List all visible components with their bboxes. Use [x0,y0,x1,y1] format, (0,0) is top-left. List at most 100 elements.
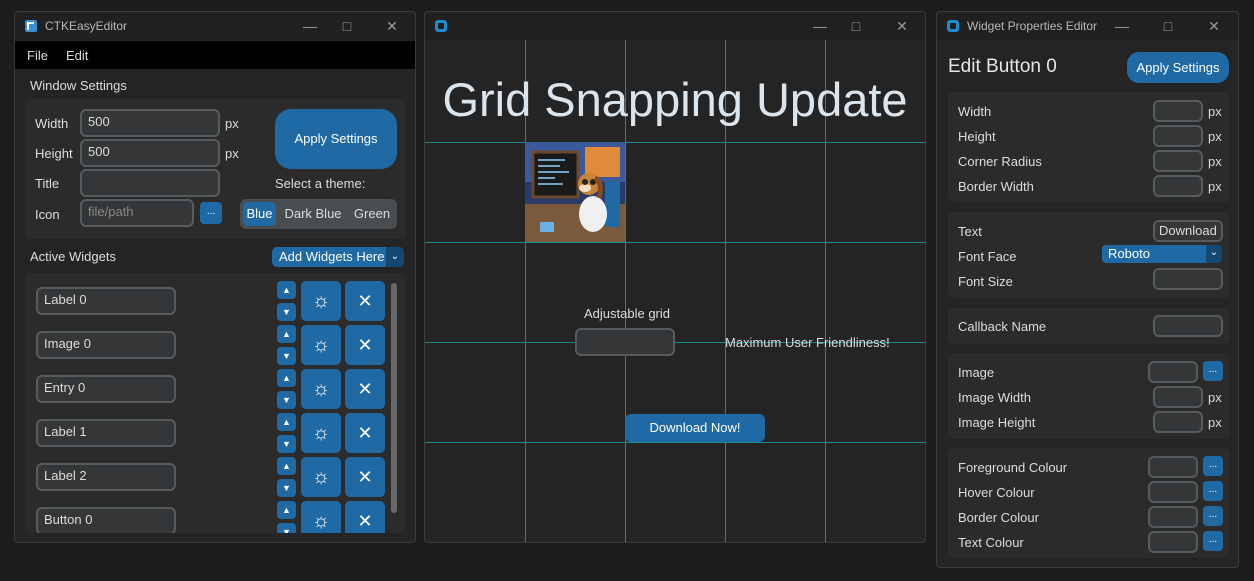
delete-widget-button[interactable]: ✕ [345,501,385,533]
maximize-icon[interactable]: □ [337,16,357,36]
width-unit: px [225,116,239,131]
widget-name-field[interactable]: Label 1 [36,419,176,447]
settings-gear-button[interactable]: ☼ [301,281,341,321]
grid-line [425,242,925,243]
theme-blue[interactable]: Blue [243,202,276,226]
border-width-input[interactable] [1153,175,1203,197]
download-now-button[interactable]: Download Now! [625,414,765,442]
callback-input[interactable] [1153,315,1223,337]
border-colour-picker-button[interactable]: ... [1203,506,1223,526]
callback-label: Callback Name [958,319,1047,334]
callback-frame: Callback Name [948,308,1230,344]
delete-widget-button[interactable]: ✕ [345,413,385,453]
text-colour-input[interactable] [1148,531,1198,553]
delete-widget-button[interactable]: ✕ [345,369,385,409]
widget-name-field[interactable]: Button 0 [36,507,176,533]
settings-gear-button[interactable]: ☼ [301,501,341,533]
corner-radius-input[interactable] [1153,150,1203,172]
editor-window: CTKEasyEditor — □ ✕ File Edit Window Set… [14,11,416,543]
title-input[interactable] [80,169,220,197]
move-up-button[interactable]: ▲ [277,369,296,387]
delete-widget-button[interactable]: ✕ [345,325,385,365]
icon-path-input[interactable]: file/path [80,199,194,227]
title-label: Title [35,176,60,191]
minimize-icon[interactable]: — [1112,16,1132,36]
move-up-button[interactable]: ▲ [277,281,296,299]
text-colour-picker-button[interactable]: ... [1203,531,1223,551]
widgets-scrollbar[interactable] [391,283,397,513]
text-colour-label: Text Colour [958,535,1024,550]
close-icon[interactable]: ✕ [1204,16,1224,36]
add-widgets-dropdown[interactable]: Add Widgets Here ⌄ [272,247,404,267]
move-up-button[interactable]: ▲ [277,325,296,343]
grid-line [425,442,925,443]
dimensions-frame: Width px Height px Corner Radius px Bord… [948,92,1230,202]
menu-edit[interactable]: Edit [66,48,88,63]
move-down-button[interactable]: ▼ [277,479,296,497]
settings-gear-button[interactable]: ☼ [301,325,341,365]
height-input[interactable] [1153,125,1203,147]
widget-row: Label 1 ▲ ▼ ☼ ✕ [25,413,385,459]
settings-gear-button[interactable]: ☼ [301,413,341,453]
move-down-button[interactable]: ▼ [277,303,296,321]
width-input[interactable]: 500 [80,109,220,137]
properties-titlebar: Widget Properties Editor — □ ✕ [937,12,1238,40]
move-down-button[interactable]: ▼ [277,435,296,453]
maximize-icon[interactable]: □ [846,16,866,36]
menu-file[interactable]: File [27,48,48,63]
close-icon[interactable]: ✕ [892,16,912,36]
settings-gear-button[interactable]: ☼ [301,457,341,497]
widget-row: Label 2 ▲ ▼ ☼ ✕ [25,457,385,503]
image-label: Image [958,365,995,380]
hover-colour-input[interactable] [1148,481,1198,503]
colours-frame: Foreground Colour ... Hover Colour ... B… [948,448,1230,558]
widget-name-field[interactable]: Label 2 [36,463,176,491]
apply-settings-button[interactable]: Apply Settings [1127,52,1229,83]
widget-name-field[interactable]: Image 0 [36,331,176,359]
minimize-icon[interactable]: — [810,16,830,36]
move-down-button[interactable]: ▼ [277,391,296,409]
foreground-colour-input[interactable] [1148,456,1198,478]
close-icon[interactable]: ✕ [382,16,402,36]
move-down-button[interactable]: ▼ [277,523,296,533]
icon-label: Icon [35,207,60,222]
move-up-button[interactable]: ▲ [277,413,296,431]
image-height-label: Image Height [958,415,1036,430]
preview-entry[interactable] [575,328,675,356]
window-title: Widget Properties Editor [967,19,1098,33]
close-icon: ✕ [357,467,373,487]
theme-dark-blue[interactable]: Dark Blue [280,202,346,226]
height-input[interactable]: 500 [80,139,220,167]
text-input[interactable]: Download [1153,220,1223,242]
width-label: Width [958,104,992,119]
widget-name-field[interactable]: Label 0 [36,287,176,315]
maximize-icon[interactable]: □ [1158,16,1178,36]
width-label: Width [35,116,69,131]
image-browse-button[interactable]: ... [1203,361,1223,381]
image-height-input[interactable] [1153,411,1203,433]
border-colour-input[interactable] [1148,506,1198,528]
font-face-dropdown[interactable]: Roboto ⌄ [1102,245,1222,263]
move-down-button[interactable]: ▼ [277,347,296,365]
active-widgets-heading: Active Widgets [30,249,116,264]
image-input[interactable] [1148,361,1198,383]
widget-name-field[interactable]: Entry 0 [36,375,176,403]
image-width-input[interactable] [1153,386,1203,408]
app-icon [435,20,447,32]
width-input[interactable] [1153,100,1203,122]
settings-gear-button[interactable]: ☼ [301,369,341,409]
widget-row: Image 0 ▲ ▼ ☼ ✕ [25,325,385,371]
minimize-icon[interactable]: — [300,16,320,36]
icon-browse-button[interactable]: ... [200,202,222,224]
foreground-colour-picker-button[interactable]: ... [1203,456,1223,476]
move-up-button[interactable]: ▲ [277,457,296,475]
delete-widget-button[interactable]: ✕ [345,281,385,321]
apply-settings-button[interactable]: Apply Settings [275,109,397,169]
hover-colour-picker-button[interactable]: ... [1203,481,1223,501]
delete-widget-button[interactable]: ✕ [345,457,385,497]
app-logo-icon [25,20,37,32]
move-up-button[interactable]: ▲ [277,501,296,519]
font-size-input[interactable] [1153,268,1223,290]
theme-green[interactable]: Green [350,202,394,226]
grid-line [425,142,925,143]
